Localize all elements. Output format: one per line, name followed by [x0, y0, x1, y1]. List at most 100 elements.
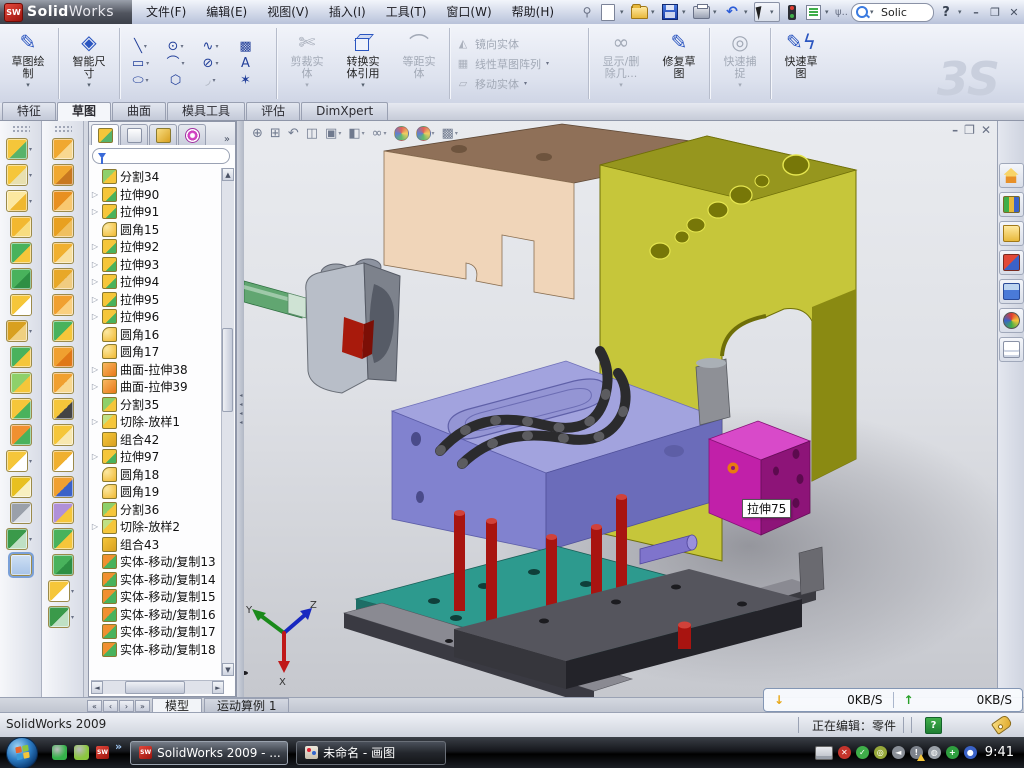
custom-properties-button[interactable] [999, 337, 1024, 362]
tooling-split-button[interactable] [52, 422, 74, 448]
sketch-button[interactable]: ✎ 草图绘 制 ▾ [0, 24, 56, 103]
help-button[interactable]: ? [937, 3, 955, 21]
deform-button[interactable] [52, 266, 74, 292]
ribbon-tab-3[interactable]: 模具工具 [167, 102, 245, 120]
splitter-arrow[interactable]: ◂ [239, 402, 242, 408]
sync-blue-red-icon[interactable]: ● [964, 746, 977, 759]
tree-item-3[interactable]: 圆角15 [91, 221, 223, 239]
tab-nav-0[interactable]: « [87, 700, 102, 712]
fetion-icon[interactable] [74, 745, 89, 760]
game-olive-badge-icon[interactable]: ◎ [874, 746, 887, 759]
ellipse-dropdown[interactable]: ▾ [215, 60, 218, 67]
select-dropdown[interactable]: ▾ [770, 8, 777, 16]
corner-rectangle-tool[interactable]: ▭▾ [124, 57, 157, 71]
revolved-cut-button[interactable] [52, 162, 74, 188]
configurationmanager-tab[interactable] [149, 124, 177, 145]
scroll-left-arrow[interactable]: ◄ [91, 681, 103, 694]
tree-item-19[interactable]: 分割36 [91, 501, 223, 519]
line-dropdown[interactable]: ▾ [144, 43, 147, 50]
ime-keyboard-icon[interactable] [815, 746, 833, 760]
scroll-right-arrow[interactable]: ► [212, 681, 224, 694]
hide-show-items-icon-dropdown[interactable]: ▾ [383, 130, 386, 137]
move-copy-body-button[interactable] [10, 422, 32, 448]
corner-rectangle-dropdown[interactable]: ▾ [146, 60, 149, 67]
circle-tool[interactable]: ⊙▾ [159, 40, 192, 54]
options-button[interactable] [804, 3, 822, 21]
view-orientation-icon[interactable]: ▣▾ [325, 126, 341, 141]
tree-item-9[interactable]: 圆角16 [91, 326, 223, 344]
dimxpertmanager-tab[interactable] [178, 124, 206, 145]
spline-tool-button[interactable]: ▾ [6, 526, 35, 552]
spline-tool-2-dropdown[interactable]: ▾ [71, 614, 77, 621]
apply-scene-icon[interactable]: ▾ [416, 126, 435, 141]
tree-item-0[interactable]: 分割34 [91, 168, 223, 186]
fillet-dropdown[interactable]: ▾ [29, 198, 35, 205]
start-button[interactable] [6, 737, 38, 768]
ribbon-tab-2[interactable]: 曲面 [112, 102, 166, 120]
tree-item-24[interactable]: 实体-移动/复制15 [91, 588, 223, 606]
splitter-arrow[interactable]: ◂ [239, 393, 242, 399]
linear-sketch-pattern-button[interactable]: ▦线性草图阵列▾ [456, 56, 586, 72]
ejector-pin[interactable] [454, 510, 465, 611]
tree-item-21[interactable]: 组合43 [91, 536, 223, 554]
straight-slot-tool[interactable]: ⬭▾ [124, 74, 157, 88]
apply-scene-icon-dropdown[interactable]: ▾ [432, 130, 435, 137]
taskbar-clock[interactable]: 9:41 [985, 745, 1014, 760]
extruded-cut-dropdown[interactable]: ▾ [29, 172, 35, 179]
ejector-pin[interactable] [616, 494, 627, 591]
tree-item-22[interactable]: 实体-移动/复制13 [91, 553, 223, 571]
extruded-boss-base-dropdown[interactable]: ▾ [29, 146, 35, 153]
part-green-rod[interactable] [244, 281, 306, 318]
tree-horizontal-scrollbar[interactable]: ◄ ► [91, 680, 224, 694]
ribbon-tab-1[interactable]: 草图 [57, 102, 111, 121]
tab-nav-2[interactable]: › [119, 700, 134, 712]
extruded-cut-button[interactable]: ▾ [6, 162, 35, 188]
straight-slot-dropdown[interactable]: ▾ [146, 77, 149, 84]
sketch-fillet-tool[interactable]: ◞▾ [194, 74, 227, 88]
tree-item-18[interactable]: 圆角19 [91, 483, 223, 501]
swept-cut-button[interactable] [52, 188, 74, 214]
tree-item-5[interactable]: ▷拉伸93 [91, 256, 223, 274]
splitter-arrow[interactable]: ◂ [239, 411, 242, 417]
tree-vertical-scrollbar[interactable]: ▲ ▼ [221, 168, 234, 676]
tree-item-20[interactable]: ▷切除-放样2 [91, 518, 223, 536]
antivirus-red-shield-icon[interactable]: ✕ [838, 746, 851, 759]
restore-button[interactable]: ❐ [987, 5, 1003, 20]
tab-nav-1[interactable]: ‹ [103, 700, 118, 712]
search-input[interactable] [879, 5, 925, 20]
curve-button[interactable] [10, 500, 32, 526]
status-help-icon[interactable]: ? [925, 717, 942, 734]
toolbar-grip[interactable] [54, 125, 72, 132]
ellipse-tool[interactable]: ⊘▾ [194, 57, 227, 71]
tree-item-1[interactable]: ▷拉伸90 [91, 186, 223, 204]
tree-item-4[interactable]: ▷拉伸92 [91, 238, 223, 256]
spline-dropdown[interactable]: ▾ [215, 43, 218, 50]
propertymanager-tab[interactable] [120, 124, 148, 145]
thicken-button[interactable] [52, 344, 74, 370]
split-button[interactable] [10, 370, 32, 396]
doc-restore-button[interactable]: ❐ [964, 123, 975, 137]
rebuild-button[interactable] [783, 3, 801, 21]
solidworks-resources-button[interactable] [999, 163, 1024, 188]
undo-button[interactable]: ↶ [723, 3, 741, 21]
tree-item-2[interactable]: ▷拉伸91 [91, 203, 223, 221]
convert-entities-dropdown[interactable]: ▾ [361, 81, 365, 89]
linear-pattern-button[interactable]: ▾ [6, 318, 35, 344]
search-dropdown[interactable]: ▾ [870, 8, 877, 16]
scroll-down-arrow[interactable]: ▼ [222, 663, 234, 676]
tree-item-7[interactable]: ▷拉伸95 [91, 291, 223, 309]
view-settings-icon-dropdown[interactable]: ▾ [455, 130, 458, 137]
print-dropdown[interactable]: ▾ [713, 8, 720, 16]
ejector-pin[interactable] [486, 518, 497, 627]
reference-point-button[interactable]: ▾ [48, 578, 77, 604]
panel-tabs-overflow[interactable]: » [221, 134, 233, 145]
smart-dimension-dropdown[interactable]: ▾ [87, 81, 91, 89]
quick-snaps-button[interactable]: ◎ 快速捕 捉 ▾ [712, 24, 768, 103]
wrap-button[interactable] [52, 500, 74, 526]
sketch-picture-tool[interactable]: ▩ [229, 40, 262, 54]
search-box[interactable]: ▾ [851, 3, 934, 22]
rapid-sketch-button[interactable]: ✎ϟ 快速草 图 [773, 24, 829, 103]
expand-arrow-icon[interactable]: ▷ [91, 312, 99, 321]
tree-item-25[interactable]: 实体-移动/复制16 [91, 606, 223, 624]
expand-arrow-icon[interactable]: ▷ [91, 295, 99, 304]
